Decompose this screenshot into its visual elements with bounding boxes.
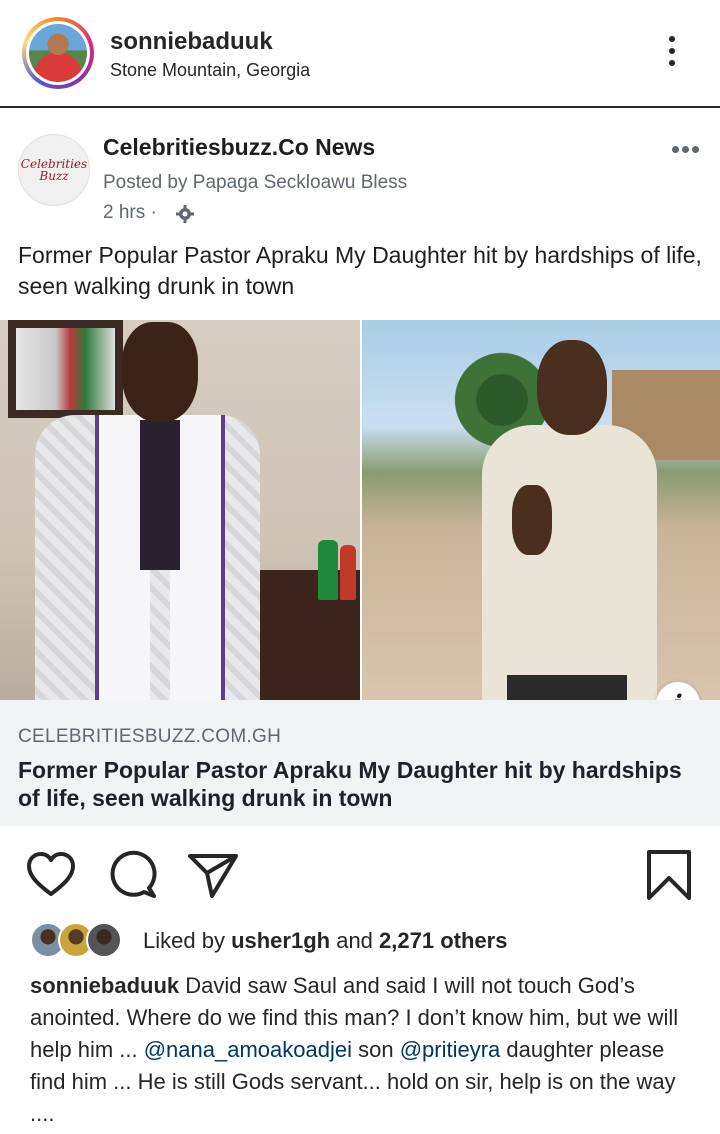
- liked-by-user[interactable]: usher1gh: [231, 928, 330, 953]
- post-caption: Former Popular Pastor Apraku My Daughter…: [18, 242, 702, 299]
- more-horizontal-icon: [672, 140, 702, 158]
- posted-by: Posted by Papaga Seckloawu Bless: [103, 172, 408, 193]
- caption-author[interactable]: sonniebaduuk: [30, 973, 179, 998]
- post-caption-text: sonniebaduuk David saw Saul and said I w…: [30, 970, 695, 1130]
- likes-middle: and: [330, 928, 380, 953]
- gear-icon: [176, 205, 194, 223]
- story-ring-avatar[interactable]: [22, 17, 94, 89]
- username[interactable]: sonniebaduuk: [110, 28, 273, 56]
- likes-count[interactable]: 2,271 others: [379, 928, 507, 953]
- link-domain: CELEBRITIESBUZZ.COM.GH: [18, 726, 282, 747]
- likes-summary[interactable]: Liked by usher1gh and 2,271 others: [143, 928, 507, 954]
- action-bar: [0, 840, 720, 910]
- photo-man-outdoors: [362, 320, 720, 700]
- link-title: Former Popular Pastor Apraku My Daughter…: [18, 757, 682, 811]
- send-icon[interactable]: [186, 848, 240, 902]
- mention-link[interactable]: @nana_amoakoadjei: [144, 1037, 352, 1062]
- liker-avatar[interactable]: [86, 922, 122, 958]
- likes-prefix: Liked by: [143, 928, 232, 953]
- avatar[interactable]: [26, 21, 90, 85]
- more-vertical-icon[interactable]: [660, 36, 684, 76]
- mention-link[interactable]: @pritieyra: [400, 1037, 501, 1062]
- page-logo: Celebrities Buzz: [18, 134, 90, 206]
- likes-row: Liked by usher1gh and 2,271 others: [0, 918, 720, 962]
- avatar-image: [29, 24, 87, 82]
- post-time: 2 hrs ·: [103, 202, 157, 223]
- photo-pastor: [0, 320, 360, 700]
- post-header: sonniebaduuk Stone Mountain, Georgia: [0, 0, 720, 108]
- location[interactable]: Stone Mountain, Georgia: [110, 60, 310, 81]
- article-photo: i: [0, 320, 720, 700]
- comment-icon[interactable]: [106, 848, 160, 902]
- link-preview: CELEBRITIESBUZZ.COM.GH Former Popular Pa…: [0, 700, 720, 826]
- heart-icon[interactable]: [24, 848, 78, 902]
- shared-post-image: Celebrities Buzz Celebritiesbuzz.Co News…: [0, 110, 720, 826]
- page-logo-text: Celebrities Buzz: [20, 157, 88, 183]
- page-name: Celebritiesbuzz.Co News: [103, 134, 376, 160]
- caption-text-2: son: [351, 1037, 400, 1062]
- bookmark-icon[interactable]: [642, 848, 696, 902]
